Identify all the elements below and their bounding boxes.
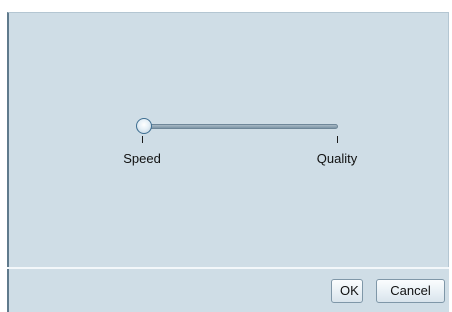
slider-label-speed: Speed [123, 151, 161, 166]
speed-quality-slider[interactable]: Speed Quality [123, 117, 357, 167]
slider-tick-max [337, 136, 338, 143]
slider-tick-min [142, 136, 143, 143]
dialog-window: Speed Quality OK Cancel [0, 0, 452, 312]
cancel-button[interactable]: Cancel [376, 279, 445, 303]
ok-button[interactable]: OK [331, 279, 363, 303]
window-left-edge [0, 0, 7, 312]
slider-track[interactable] [142, 124, 338, 129]
slider-label-quality: Quality [316, 151, 358, 166]
slider-thumb[interactable] [136, 118, 152, 134]
